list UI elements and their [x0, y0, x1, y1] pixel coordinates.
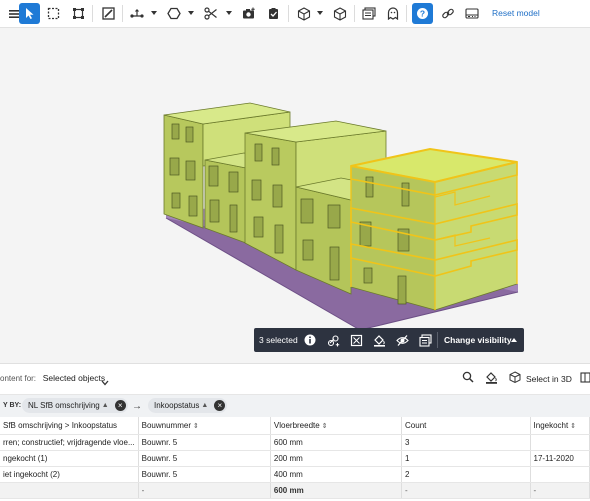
measure-icon[interactable] [128, 3, 146, 24]
ghost-icon[interactable] [385, 3, 401, 24]
link-add-icon[interactable] [326, 333, 340, 347]
chevron-down-icon[interactable] [101, 373, 109, 391]
sort-up-icon[interactable]: ▲ [102, 402, 109, 409]
link-icon[interactable] [440, 3, 456, 24]
caret-up-icon[interactable] [511, 338, 517, 342]
data-table: SfB omschrijving > Inkoopstatus Bouwnumm… [0, 417, 590, 499]
cube-outline-icon[interactable] [332, 3, 348, 24]
measure-dropdown-icon[interactable] [151, 11, 157, 15]
data-panel: ontent for: Selected objects Select in 3… [0, 363, 590, 501]
select-in-3d-button[interactable]: Select in 3D [526, 374, 572, 384]
sort-icon[interactable]: ⇕ [570, 423, 576, 430]
table-row[interactable]: ngekocht (1) Bouwnr. 5 200 mm 1 17-11-2020 [0, 450, 590, 467]
svg-text:?: ? [420, 9, 425, 19]
clipboard-check-icon[interactable] [265, 3, 281, 24]
view-dropdown-icon[interactable] [317, 11, 323, 15]
group-by-bar: Y BY: NL SfB omschrijving ▲ × → Inkoopst… [0, 394, 590, 418]
area-select-icon[interactable] [45, 3, 61, 24]
sort-icon[interactable]: ⇕ [322, 423, 328, 430]
content-for-select[interactable]: Selected objects [43, 373, 105, 383]
table-footer-row: -600 mm - - [0, 482, 590, 499]
isolate-icon[interactable] [349, 333, 363, 347]
3d-viewport[interactable]: 3 selected Change visibility [0, 28, 590, 363]
panel-layout-icon[interactable] [580, 369, 590, 385]
content-for-label: ontent for: Selected objects [0, 373, 106, 383]
remove-chip-icon[interactable]: × [214, 400, 226, 411]
scissors-dropdown-icon[interactable] [226, 11, 232, 15]
column-header[interactable]: SfB omschrijving > Inkoopstatus [0, 417, 139, 435]
group-by-label: Y BY: [3, 402, 22, 409]
table-header-row: SfB omschrijving > Inkoopstatus Bouwnumm… [0, 417, 590, 435]
hide-eye-icon[interactable] [395, 333, 409, 347]
remove-chip-icon[interactable]: × [114, 400, 126, 411]
cube-icon[interactable] [296, 3, 312, 24]
table-row[interactable]: rren; constructief; vrijdragende vloe...… [0, 434, 590, 451]
search-icon[interactable] [462, 369, 474, 385]
select-pointer-button[interactable] [19, 3, 40, 24]
sort-icon[interactable]: ⇕ [193, 423, 199, 430]
properties-icon[interactable] [361, 3, 377, 24]
arrow-right-icon: → [132, 401, 142, 412]
column-header[interactable]: Bouwnummer ⇕ [138, 417, 271, 435]
select-in-3d-icon[interactable] [508, 369, 522, 385]
column-header[interactable]: Ingekocht ⇕ [530, 417, 590, 435]
column-header[interactable]: Count [401, 417, 531, 435]
change-visibility-button[interactable]: Change visibility [444, 335, 512, 345]
scissors-icon[interactable] [203, 3, 219, 24]
selection-action-bar: 3 selected Change visibility [254, 328, 524, 352]
properties-panel-icon[interactable] [418, 333, 432, 347]
section-plane-icon[interactable] [166, 3, 182, 24]
camera-icon[interactable] [241, 3, 257, 24]
paint-bucket-icon[interactable] [485, 369, 498, 385]
selected-count: 3 selected [259, 335, 298, 345]
group-chip-inkoopstatus[interactable]: Inkoopstatus ▲ × [148, 398, 228, 413]
reset-model-link[interactable]: Reset model [492, 8, 540, 18]
main-toolbar: ? Reset model [0, 0, 590, 28]
paint-bucket-icon[interactable] [372, 333, 386, 347]
storage-icon[interactable] [464, 3, 480, 24]
house-block-5-selected[interactable] [350, 147, 518, 311]
help-button[interactable]: ? [412, 3, 433, 24]
group-chip-nl-sfb[interactable]: NL SfB omschrijving ▲ × [22, 398, 128, 413]
building-model[interactable] [0, 28, 590, 363]
info-icon[interactable] [303, 333, 317, 347]
table-row[interactable]: iet ingekocht (2) Bouwnr. 5 400 mm 2 [0, 466, 590, 483]
markup-icon[interactable] [100, 3, 116, 24]
column-header[interactable]: Vloerbreedte ⇕ [270, 417, 403, 435]
sort-up-icon[interactable]: ▲ [201, 402, 208, 409]
section-dropdown-icon[interactable] [188, 11, 194, 15]
bounding-box-icon[interactable] [70, 3, 86, 24]
